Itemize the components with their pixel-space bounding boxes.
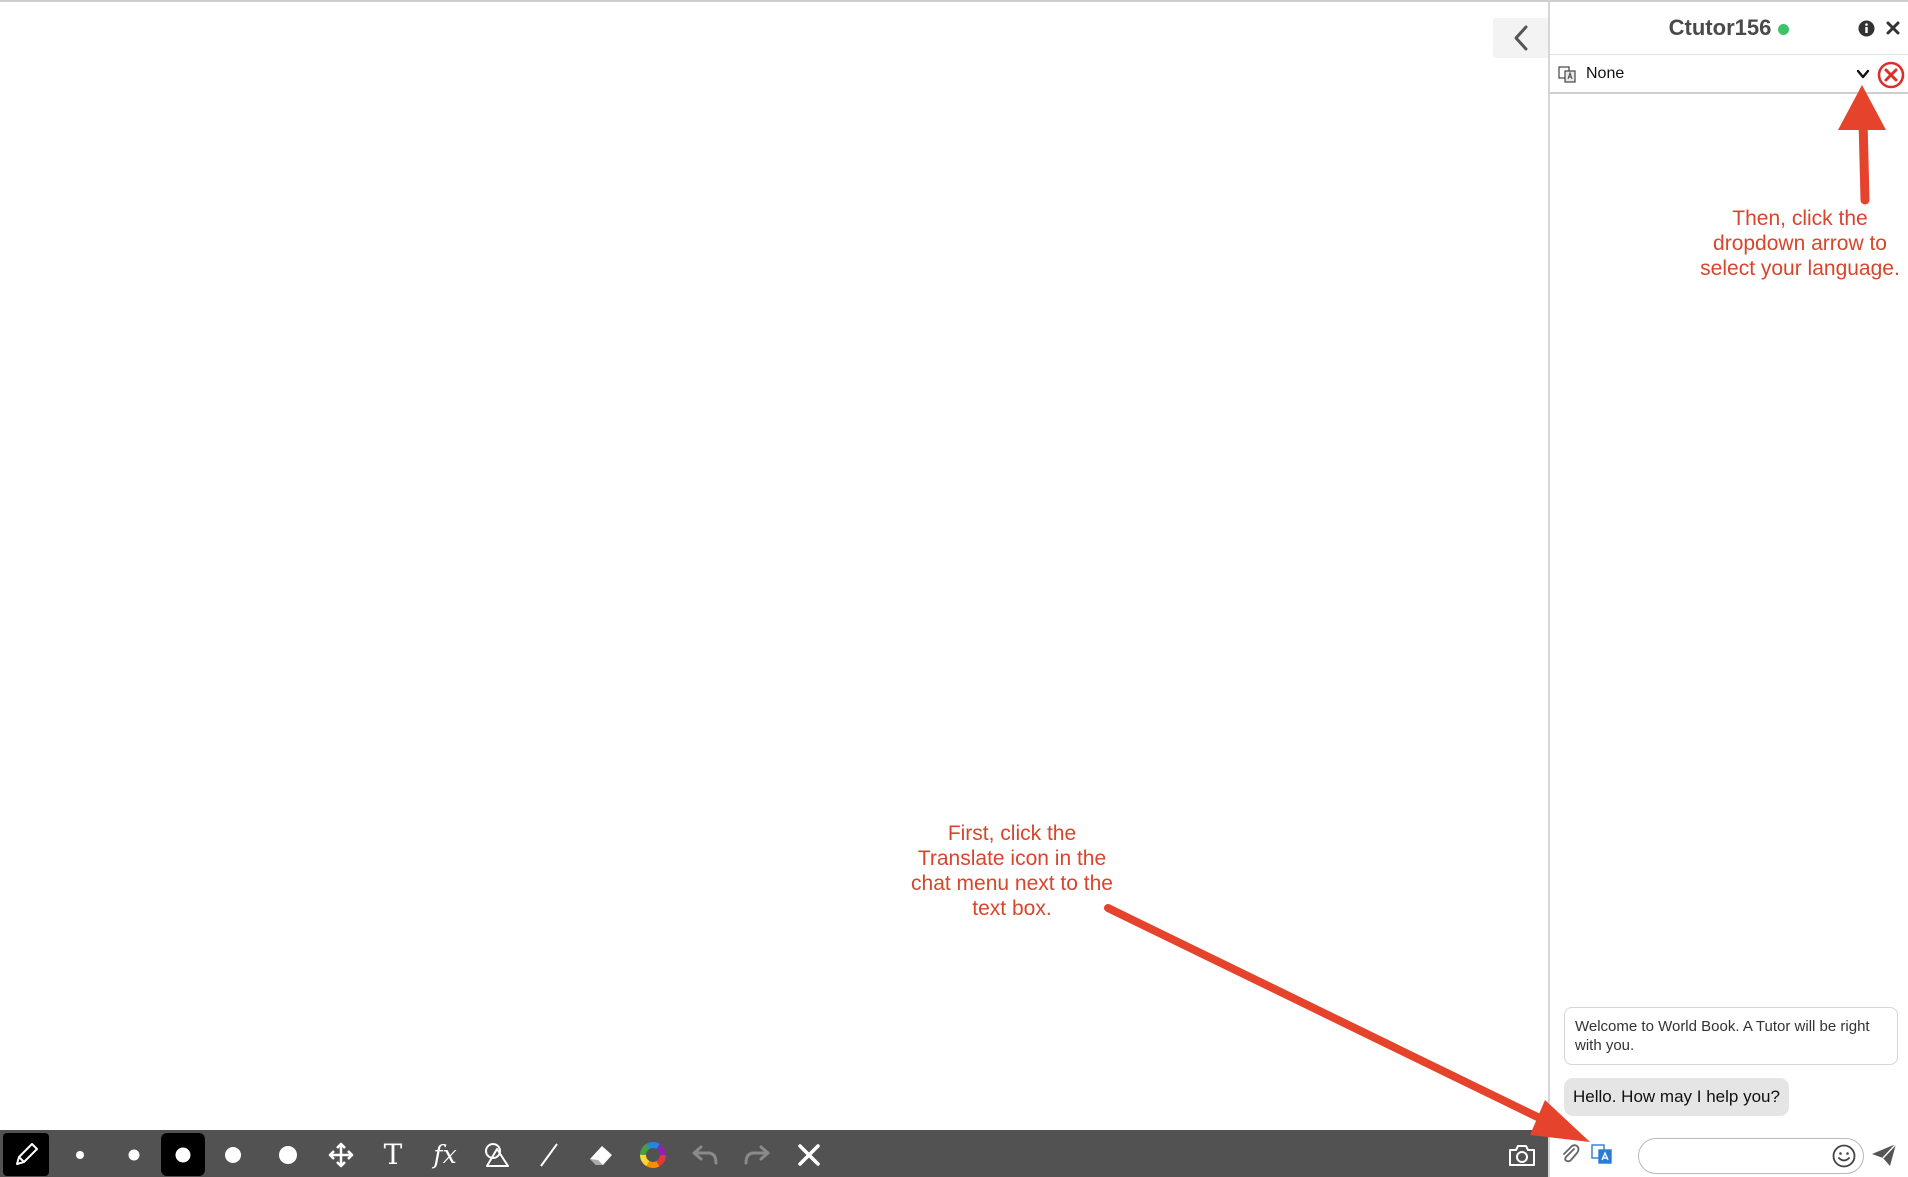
dot-large-icon bbox=[224, 1146, 241, 1163]
app-window: T fx Ctutor156 None Welcome to World Boo… bbox=[0, 0, 1908, 1177]
color-tool[interactable] bbox=[627, 1130, 679, 1177]
size-4-button[interactable] bbox=[205, 1130, 260, 1177]
size-1-button[interactable] bbox=[52, 1130, 107, 1177]
camera-icon bbox=[1509, 1144, 1535, 1166]
size-3-button[interactable] bbox=[161, 1133, 205, 1176]
pencil-icon bbox=[16, 1142, 38, 1165]
screenshot-button[interactable] bbox=[1496, 1130, 1548, 1177]
formula-icon: fx bbox=[433, 1140, 457, 1169]
chevron-down-icon bbox=[1856, 69, 1870, 79]
size-5-button[interactable] bbox=[260, 1130, 315, 1177]
attach-button[interactable] bbox=[1560, 1143, 1580, 1170]
system-message: Welcome to World Book. A Tutor will be r… bbox=[1564, 1007, 1898, 1065]
language-selected-value: None bbox=[1586, 65, 1625, 82]
whiteboard-canvas[interactable] bbox=[0, 2, 1548, 1130]
dot-small-icon bbox=[75, 1150, 84, 1159]
text-icon: T bbox=[383, 1138, 403, 1171]
color-wheel-icon bbox=[640, 1141, 666, 1168]
language-selector[interactable]: None bbox=[1550, 54, 1908, 94]
size-2-button[interactable] bbox=[107, 1130, 161, 1177]
redo-icon bbox=[744, 1145, 770, 1164]
shapes-tool[interactable] bbox=[471, 1130, 523, 1177]
pencil-tool[interactable] bbox=[3, 1133, 49, 1176]
move-icon bbox=[328, 1142, 354, 1167]
close-chat-button[interactable] bbox=[1883, 18, 1903, 38]
tutor-message: Hello. How may I help you? bbox=[1564, 1078, 1789, 1116]
eraser-icon bbox=[590, 1145, 612, 1165]
dot-xlarge-icon bbox=[278, 1145, 297, 1164]
emoji-button[interactable] bbox=[1832, 1144, 1856, 1173]
line-tool[interactable] bbox=[523, 1130, 575, 1177]
chat-header: Ctutor156 bbox=[1550, 2, 1908, 54]
chat-footer bbox=[1550, 1130, 1908, 1177]
smiley-icon bbox=[1832, 1144, 1856, 1168]
redo-button[interactable] bbox=[731, 1130, 783, 1177]
eraser-tool[interactable] bbox=[575, 1130, 627, 1177]
drawing-toolbar: T fx bbox=[0, 1130, 1548, 1177]
paperclip-icon bbox=[1563, 1144, 1580, 1163]
translate-button[interactable] bbox=[1591, 1143, 1613, 1170]
translate-small-icon bbox=[1558, 65, 1576, 88]
chevron-left-icon bbox=[1514, 25, 1527, 51]
clear-icon bbox=[798, 1143, 820, 1166]
chat-panel: Ctutor156 None Welcome to World Book. A … bbox=[1548, 2, 1908, 1177]
send-icon bbox=[1872, 1143, 1897, 1166]
collapse-chat-button[interactable] bbox=[1493, 18, 1548, 58]
info-button[interactable] bbox=[1856, 18, 1876, 38]
formula-tool[interactable]: fx bbox=[419, 1130, 471, 1177]
online-status-dot bbox=[1778, 23, 1790, 35]
shapes-icon bbox=[485, 1142, 509, 1167]
clear-button[interactable] bbox=[783, 1130, 835, 1177]
translate-icon bbox=[1591, 1144, 1612, 1164]
dot-selected-icon bbox=[175, 1147, 191, 1162]
clear-language-button[interactable] bbox=[1877, 61, 1905, 94]
info-icon bbox=[1858, 20, 1874, 36]
dot-medium-icon bbox=[128, 1149, 140, 1160]
line-icon bbox=[540, 1142, 558, 1167]
move-tool[interactable] bbox=[315, 1130, 367, 1177]
annotation-first-step: First, click the Translate icon in the c… bbox=[911, 822, 1113, 920]
close-circle-icon bbox=[1877, 61, 1905, 89]
language-dropdown-arrow[interactable] bbox=[1856, 67, 1870, 85]
chat-title: Ctutor156 bbox=[1668, 15, 1772, 40]
annotation-second-step: Then, click the dropdown arrow to select… bbox=[1700, 207, 1900, 280]
text-tool[interactable]: T bbox=[367, 1130, 419, 1177]
send-button[interactable] bbox=[1870, 1142, 1898, 1173]
undo-button[interactable] bbox=[679, 1130, 731, 1177]
undo-icon bbox=[692, 1145, 718, 1164]
chat-message-input[interactable] bbox=[1638, 1138, 1864, 1174]
close-icon bbox=[1886, 21, 1900, 35]
